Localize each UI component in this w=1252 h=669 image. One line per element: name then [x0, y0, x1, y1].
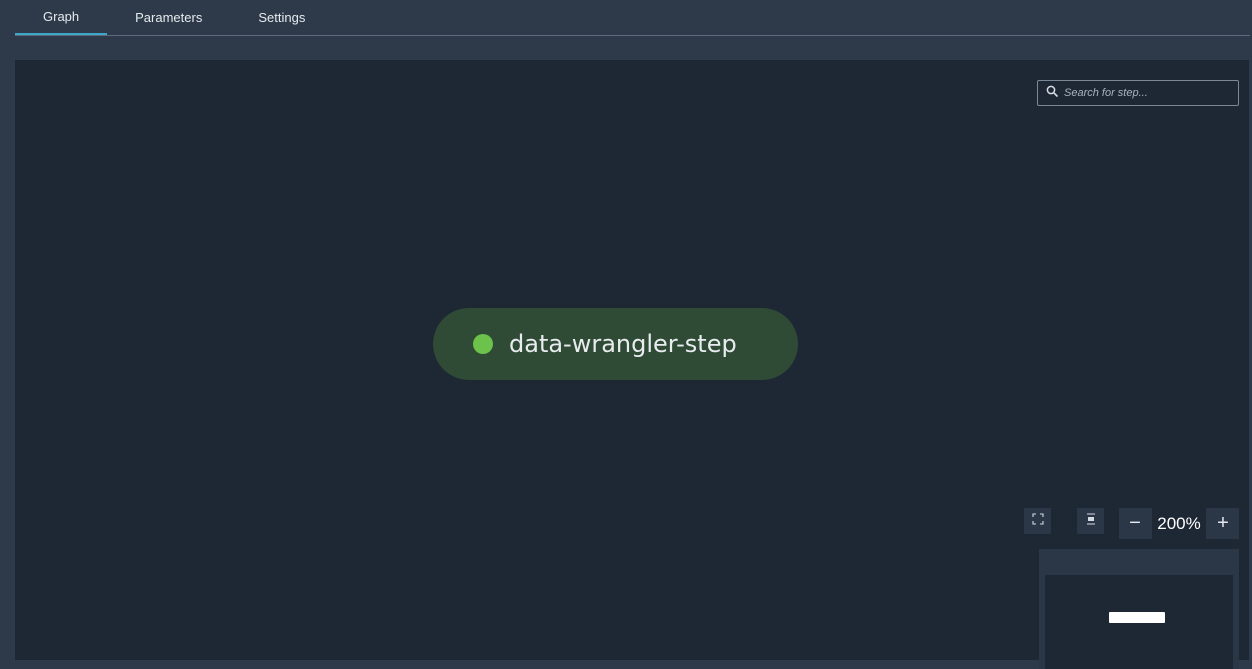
pipeline-step-node[interactable]: data-wrangler-step [433, 308, 798, 380]
fit-view-button[interactable] [1024, 508, 1051, 534]
zoom-out-button[interactable]: − [1119, 508, 1151, 539]
minimap[interactable] [1039, 549, 1239, 669]
center-view-button[interactable] [1077, 508, 1104, 534]
tab-parameters[interactable]: Parameters [107, 0, 230, 35]
zoom-in-button[interactable]: + [1207, 508, 1239, 539]
node-label: data-wrangler-step [509, 330, 737, 358]
minimap-node [1109, 612, 1165, 623]
zoom-controls: − 200% + [1119, 508, 1239, 539]
step-search [1037, 80, 1239, 106]
zoom-level: 200% [1151, 508, 1207, 539]
minimap-viewport [1045, 575, 1233, 669]
tab-settings[interactable]: Settings [230, 0, 333, 35]
tab-bar: Graph Parameters Settings [15, 0, 1250, 36]
search-input[interactable] [1058, 87, 1238, 99]
status-indicator [473, 334, 493, 354]
graph-canvas[interactable]: data-wrangler-step − 200% + [15, 60, 1249, 669]
fit-view-icon [1031, 512, 1044, 530]
search-icon [1046, 84, 1058, 102]
center-view-icon [1085, 512, 1097, 530]
tab-graph[interactable]: Graph [15, 0, 108, 35]
